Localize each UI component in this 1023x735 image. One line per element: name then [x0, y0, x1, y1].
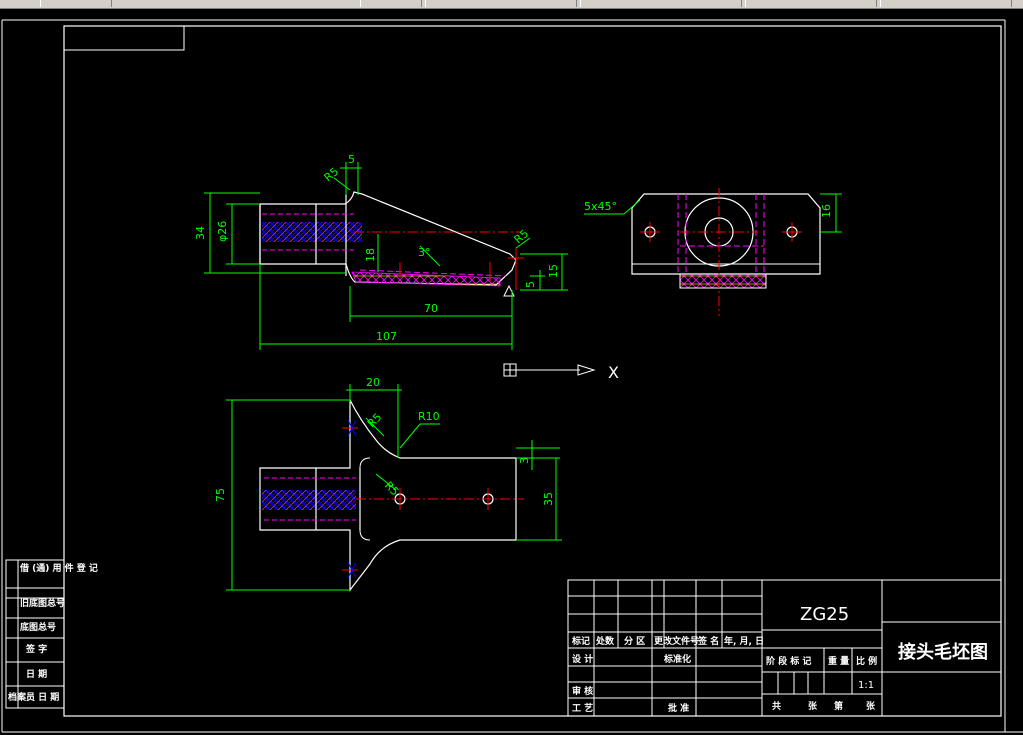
dim-5-top: 5 — [348, 153, 355, 166]
toolbar-segment[interactable] — [745, 0, 877, 7]
side-record-labels: 借 (通) 用 件 登 记 旧底图总号 底图总号 签 字 日 期 档案员 日 期 — [8, 562, 98, 703]
front-view-dimensions — [204, 162, 568, 350]
ucs-axis-icon: X — [503, 363, 619, 382]
tb-stage-mark: 阶 段 标 记 — [766, 655, 811, 667]
dim-5-right: 5 — [524, 281, 537, 288]
tb-weight: 重 量 — [828, 655, 849, 667]
strip-cell-1: 旧底图总号 — [20, 597, 65, 609]
dim-70: 70 — [424, 302, 438, 315]
dim-phi26: φ26 — [216, 221, 229, 242]
dim-r10: R10 — [418, 410, 440, 423]
strip-cell-5: 档案员 日 期 — [8, 691, 59, 703]
drawing-title: 接头毛坯图 — [898, 641, 988, 663]
dim-18: 18 — [364, 248, 377, 262]
strip-cell-2: 底图总号 — [20, 621, 56, 633]
strip-cell-3: 签 字 — [25, 643, 47, 655]
side-view-dimensions — [584, 193, 842, 233]
dim-20: 20 — [366, 376, 380, 389]
x-axis-label: X — [608, 363, 619, 382]
tb-mark: 标记 — [571, 635, 590, 647]
tb-no: 第 — [834, 700, 843, 712]
tb-scale-value: 1:1 — [858, 680, 874, 691]
toolbar-segment[interactable] — [425, 0, 577, 7]
dim-75: 75 — [214, 488, 227, 502]
front-view-labels: 5 R5 34 φ26 18 3° R5 15 5 70 107 — [194, 153, 560, 343]
dim-chamfer: 5x45° — [584, 200, 617, 213]
tb-count: 处数 — [595, 635, 615, 647]
toolbar-segment[interactable] — [580, 0, 742, 7]
tb-approve: 批 准 — [668, 702, 689, 714]
strip-cell-0: 借 (通) 用 件 登 记 — [19, 562, 98, 574]
tb-total: 共 — [772, 700, 781, 712]
tb-process: 工 艺 — [572, 702, 593, 714]
tb-sheet: 张 — [866, 700, 876, 712]
toolbar-segment[interactable] — [40, 0, 112, 7]
dim-3deg: 3° — [418, 246, 431, 259]
dim-15: 15 — [547, 264, 560, 278]
tb-change-doc: 更改文件号 — [654, 635, 699, 647]
cad-drawing-canvas[interactable]: 5 R5 34 φ26 18 3° R5 15 5 70 107 X 5x45°… — [0, 8, 1023, 735]
tb-sheets: 张 — [808, 700, 818, 712]
toolbar-segment[interactable] — [880, 0, 1012, 7]
front-view — [259, 191, 524, 297]
dim-r5-top-bottom: R5 — [365, 411, 385, 431]
side-view — [631, 188, 821, 316]
tb-review: 审 核 — [572, 685, 593, 697]
dim-r5-right: R5 — [512, 227, 532, 246]
tb-zone: 分 区 — [624, 635, 645, 647]
dim-34: 34 — [194, 226, 207, 240]
side-record-strip — [5, 559, 65, 709]
dim-r5-inner: R5 — [382, 479, 402, 499]
toolbar-segment[interactable] — [360, 0, 422, 7]
tb-standard: 标准化 — [663, 653, 691, 665]
dim-3-small: 3 — [518, 457, 531, 464]
tb-design: 设 计 — [572, 653, 593, 665]
dim-35: 35 — [542, 492, 555, 506]
material-label: ZG25 — [800, 604, 849, 625]
strip-cell-4: 日 期 — [26, 668, 47, 680]
dim-16: 16 — [820, 204, 833, 218]
dim-107: 107 — [376, 330, 397, 343]
bore-hatch — [262, 222, 362, 242]
tb-date: 年, 月, 日 — [724, 635, 764, 647]
tb-scale: 比 例 — [856, 655, 877, 667]
tb-sign: 签 名 — [697, 635, 719, 647]
